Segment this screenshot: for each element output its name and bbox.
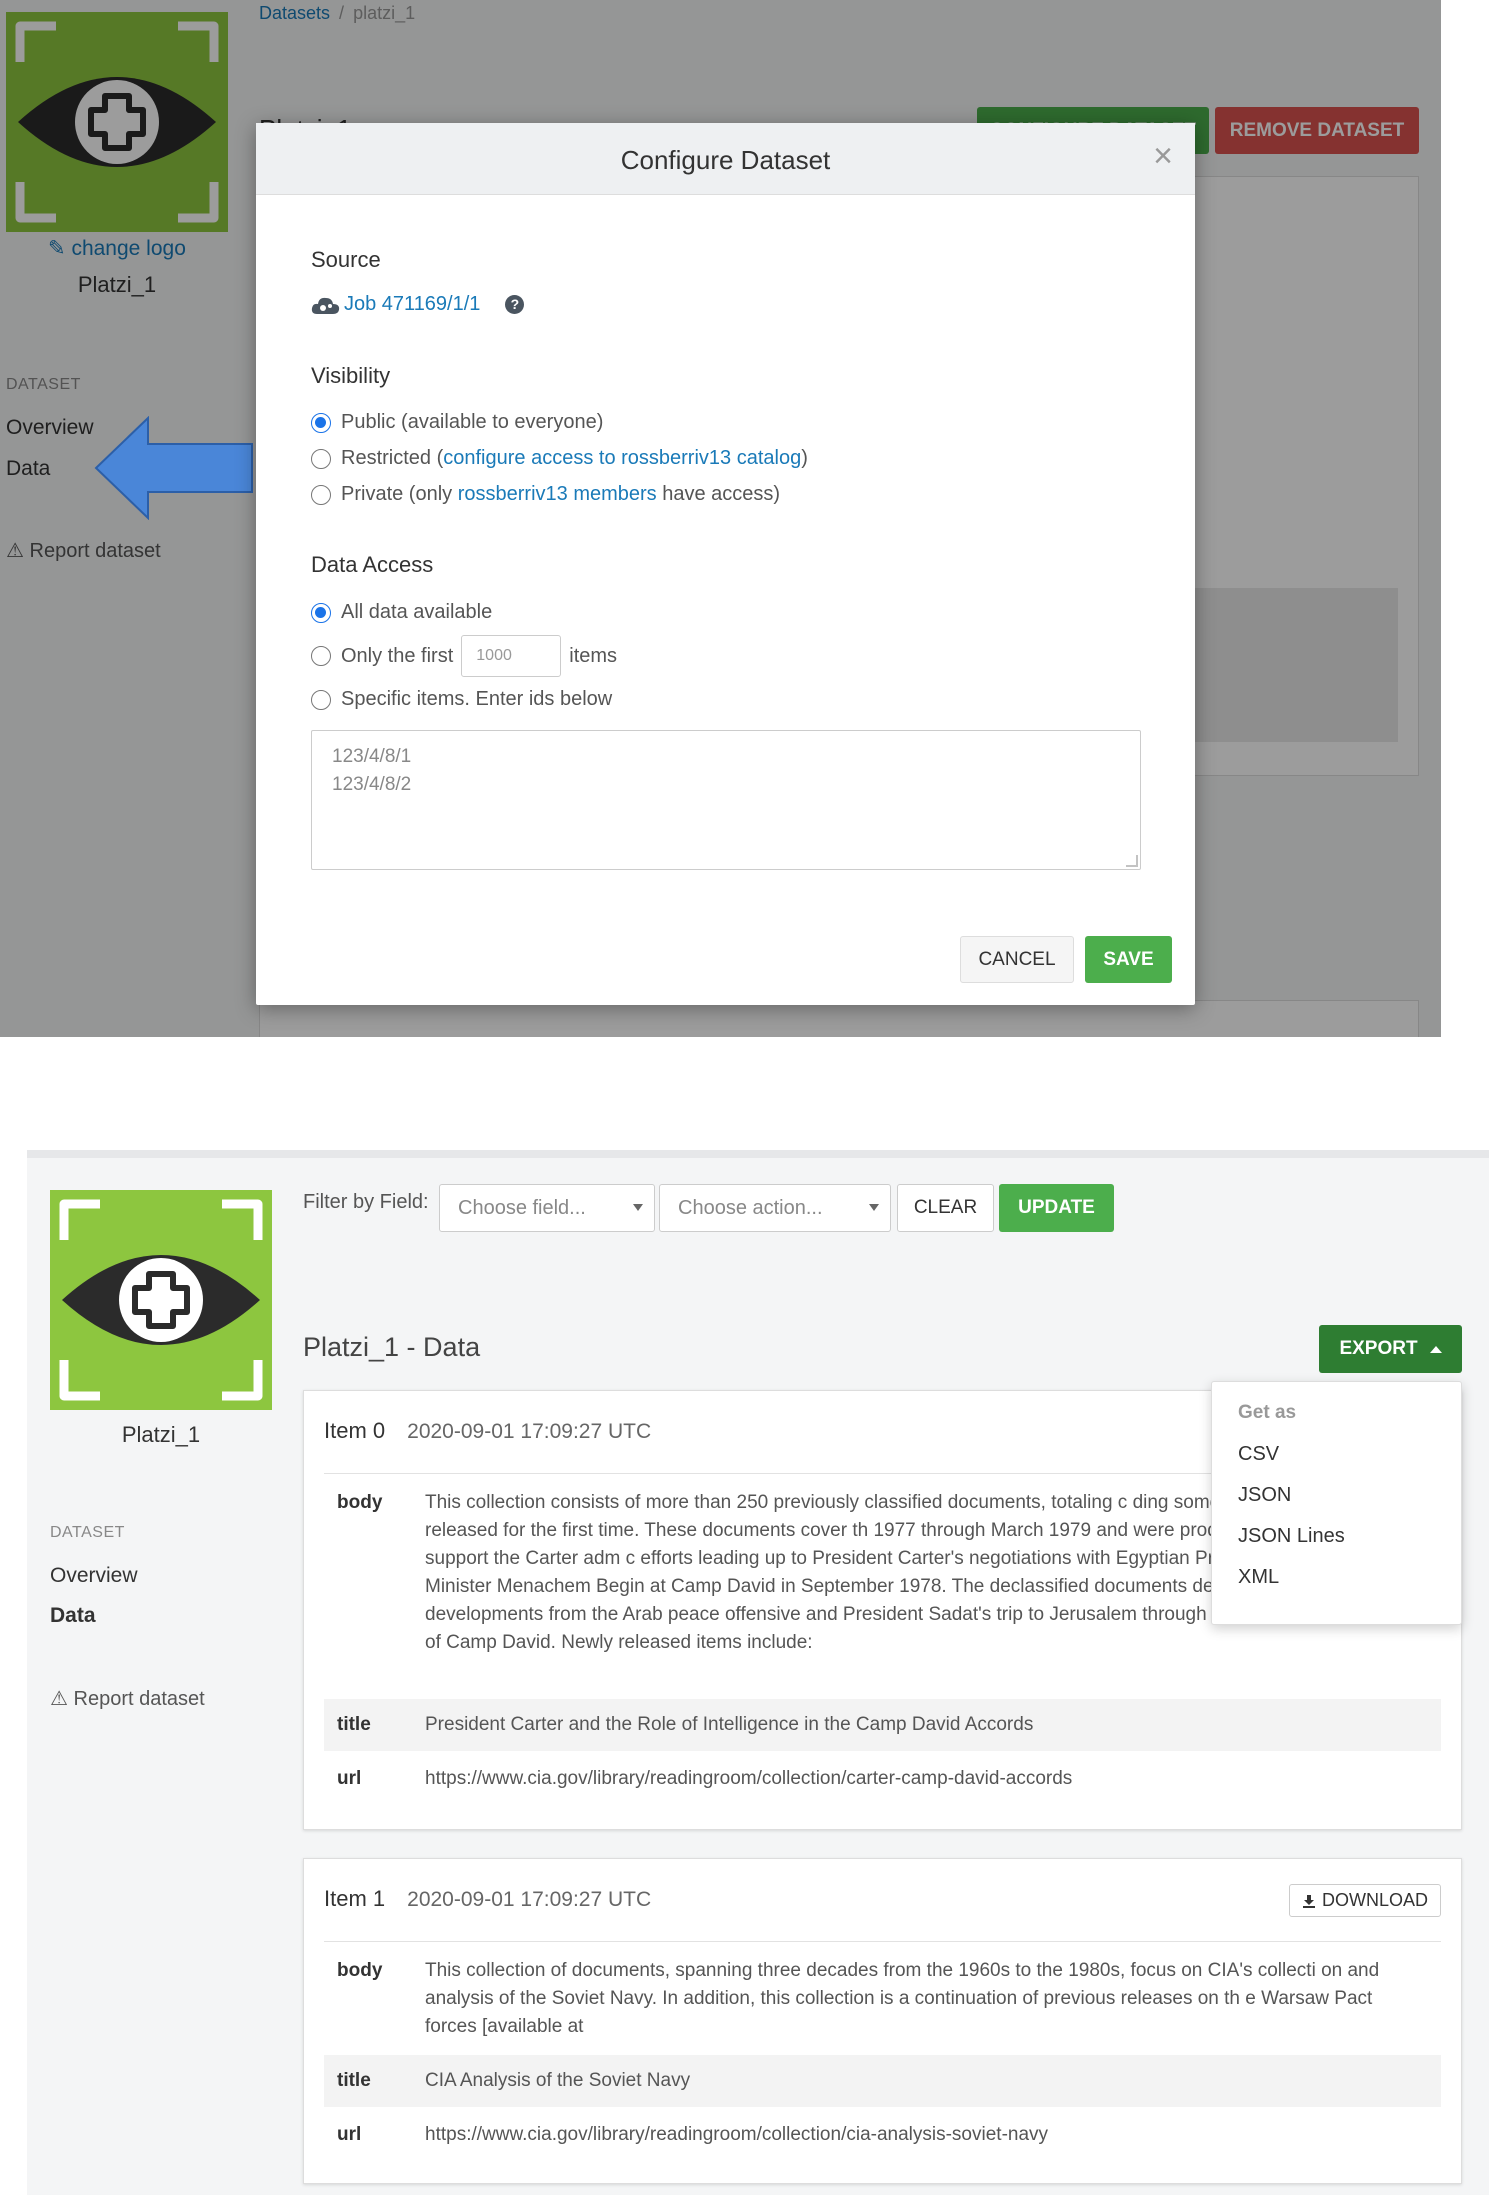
field-value: This collection of documents, spanning t…	[425, 1960, 1380, 2037]
access-first-prefix: Only the first	[341, 644, 454, 667]
members-link[interactable]: rossberriv13 members	[458, 483, 657, 506]
dataset-name: Platzi_1	[121, 1422, 201, 1447]
data-access-heading: Data Access	[311, 552, 434, 577]
field-value: https://www.cia.gov/library/readingroom/…	[425, 1768, 1073, 1789]
ids-placeholder-line-1: 123/4/8/1	[332, 746, 412, 767]
access-first-suffix: items	[569, 644, 618, 667]
visibility-private-option[interactable]: Private (only rossberriv13 members have …	[311, 483, 780, 506]
chevron-down-icon	[633, 1204, 643, 1211]
report-dataset-link[interactable]: ⚠ Report dataset	[50, 1686, 205, 1711]
field-row-body: body This collection of documents, spann…	[324, 1951, 1441, 2049]
visibility-heading: Visibility	[311, 363, 391, 388]
access-all-radio[interactable]	[311, 602, 331, 623]
job-source: Job 471169/1/1 ?	[311, 293, 525, 316]
modal-title: Configure Dataset	[620, 145, 831, 175]
export-option-json-lines[interactable]: JSON Lines	[1212, 1516, 1461, 1557]
access-specific-option[interactable]: Specific items. Enter ids below	[311, 688, 612, 711]
warning-icon: ⚠	[50, 1688, 68, 1710]
page-title: Platzi_1 - Data	[303, 1332, 481, 1362]
download-icon	[1302, 1894, 1315, 1908]
access-specific-label: Specific items. Enter ids below	[341, 688, 613, 710]
access-all-option[interactable]: All data available	[311, 601, 492, 624]
visibility-private-prefix: Private (only	[341, 483, 458, 505]
configure-dataset-screenshot: ✎ change logo Platzi_1 DATASET Overview …	[0, 0, 1441, 1037]
export-option-csv[interactable]: CSV	[1212, 1434, 1461, 1475]
choose-field-select[interactable]: Choose field...	[439, 1184, 655, 1232]
visibility-restricted-option[interactable]: Restricted (configure access to rossberr…	[311, 447, 808, 470]
export-option-json[interactable]: JSON	[1212, 1475, 1461, 1516]
filter-by-field-label: Filter by Field:	[303, 1191, 429, 1213]
field-value: https://www.cia.gov/library/readingroom/…	[425, 2124, 1049, 2145]
choose-field-value: Choose field...	[458, 1196, 586, 1219]
item-name: Item 0	[324, 1418, 386, 1443]
configure-dataset-modal: Configure Dataset × Source Job 471169/1/…	[256, 123, 1195, 1005]
caret-up-icon	[1429, 1345, 1442, 1353]
export-option-xml[interactable]: XML	[1212, 1557, 1461, 1598]
visibility-public-option[interactable]: Public (available to everyone)	[311, 411, 603, 434]
item-timestamp: 2020-09-01 17:09:27 UTC	[407, 1888, 652, 1911]
visibility-private-suffix: have access)	[656, 483, 781, 505]
resize-handle-icon[interactable]	[1126, 855, 1138, 867]
modal-header: Configure Dataset ×	[256, 123, 1195, 195]
visibility-restricted-prefix: Restricted (	[341, 447, 444, 469]
field-key: title	[337, 1714, 371, 1735]
field-row-title: title CIA Analysis of the Soviet Navy	[324, 2055, 1441, 2107]
item-timestamp: 2020-09-01 17:09:27 UTC	[407, 1420, 652, 1443]
dataset-logo	[50, 1190, 272, 1410]
access-all-label: All data available	[341, 601, 493, 623]
download-label: DOWNLOAD	[1321, 1890, 1428, 1910]
first-items-input[interactable]: 1000	[461, 635, 562, 677]
field-row-title: title President Carter and the Role of I…	[324, 1699, 1441, 1751]
field-key: body	[337, 1492, 383, 1513]
chevron-down-icon	[869, 1204, 879, 1211]
cloud-gears-icon	[311, 297, 340, 314]
download-button[interactable]: DOWNLOAD	[1288, 1884, 1441, 1917]
export-button[interactable]: EXPORT	[1319, 1325, 1462, 1373]
export-menu-header: Get as	[1238, 1402, 1297, 1423]
visibility-public-label: Public (available to everyone)	[341, 411, 604, 433]
item-name: Item 1	[324, 1886, 386, 1911]
item-divider	[324, 1941, 1441, 1942]
eye-plus-logo-icon	[50, 1190, 272, 1410]
sidebar-item-data[interactable]: Data	[50, 1604, 96, 1628]
access-first-option[interactable]: Only the first 1000 items	[311, 635, 617, 677]
item-card: Item 1 2020-09-01 17:09:27 UTC DOWNLOAD …	[303, 1858, 1462, 2184]
visibility-public-radio[interactable]	[311, 412, 331, 433]
save-button[interactable]: SAVE	[1085, 936, 1172, 983]
export-label: EXPORT	[1339, 1338, 1418, 1359]
sidebar-item-overview[interactable]: Overview	[50, 1564, 138, 1588]
configure-access-link[interactable]: configure access to rossberriv13 catalog	[443, 447, 801, 470]
export-dropdown-menu: Get as CSV JSON JSON Lines XML	[1211, 1381, 1462, 1625]
item-header: Item 0 2020-09-01 17:09:27 UTC	[324, 1418, 651, 1444]
item-header: Item 1 2020-09-01 17:09:27 UTC	[324, 1886, 651, 1912]
field-key: url	[337, 2124, 362, 2145]
left-arrow-annotation-icon	[94, 416, 253, 520]
visibility-private-radio[interactable]	[311, 484, 331, 505]
item-ids-textarea[interactable]: 123/4/8/1 123/4/8/2	[311, 730, 1141, 870]
field-key: url	[337, 1768, 362, 1789]
field-row-url: url https://www.cia.gov/library/readingr…	[324, 1753, 1441, 1805]
job-link[interactable]: Job 471169/1/1	[344, 293, 480, 316]
field-key: body	[337, 1960, 383, 1981]
field-row-url: url https://www.cia.gov/library/readingr…	[324, 2109, 1441, 2161]
choose-action-value: Choose action...	[678, 1196, 823, 1219]
field-key: title	[337, 2070, 371, 2091]
sidebar-section-label: DATASET	[50, 1524, 125, 1541]
close-icon[interactable]: ×	[1153, 139, 1173, 173]
visibility-restricted-radio[interactable]	[311, 448, 331, 469]
question-circle-icon[interactable]: ?	[505, 295, 525, 314]
access-first-radio[interactable]	[311, 646, 331, 666]
clear-button[interactable]: CLEAR	[897, 1184, 994, 1232]
choose-action-select[interactable]: Choose action...	[659, 1184, 891, 1232]
visibility-restricted-suffix: )	[801, 447, 808, 469]
dataset-data-screenshot: Platzi_1 DATASET Overview Data ⚠ Report …	[27, 1150, 1489, 2195]
update-button[interactable]: UPDATE	[999, 1184, 1114, 1232]
report-dataset-label: Report dataset	[73, 1688, 205, 1710]
field-value: President Carter and the Role of Intelli…	[425, 1714, 1034, 1735]
cancel-button[interactable]: CANCEL	[960, 936, 1074, 983]
ids-placeholder-line-2: 123/4/8/2	[332, 774, 412, 795]
field-value: CIA Analysis of the Soviet Navy	[425, 2070, 691, 2091]
source-heading: Source	[311, 247, 381, 272]
access-specific-radio[interactable]	[311, 689, 331, 710]
